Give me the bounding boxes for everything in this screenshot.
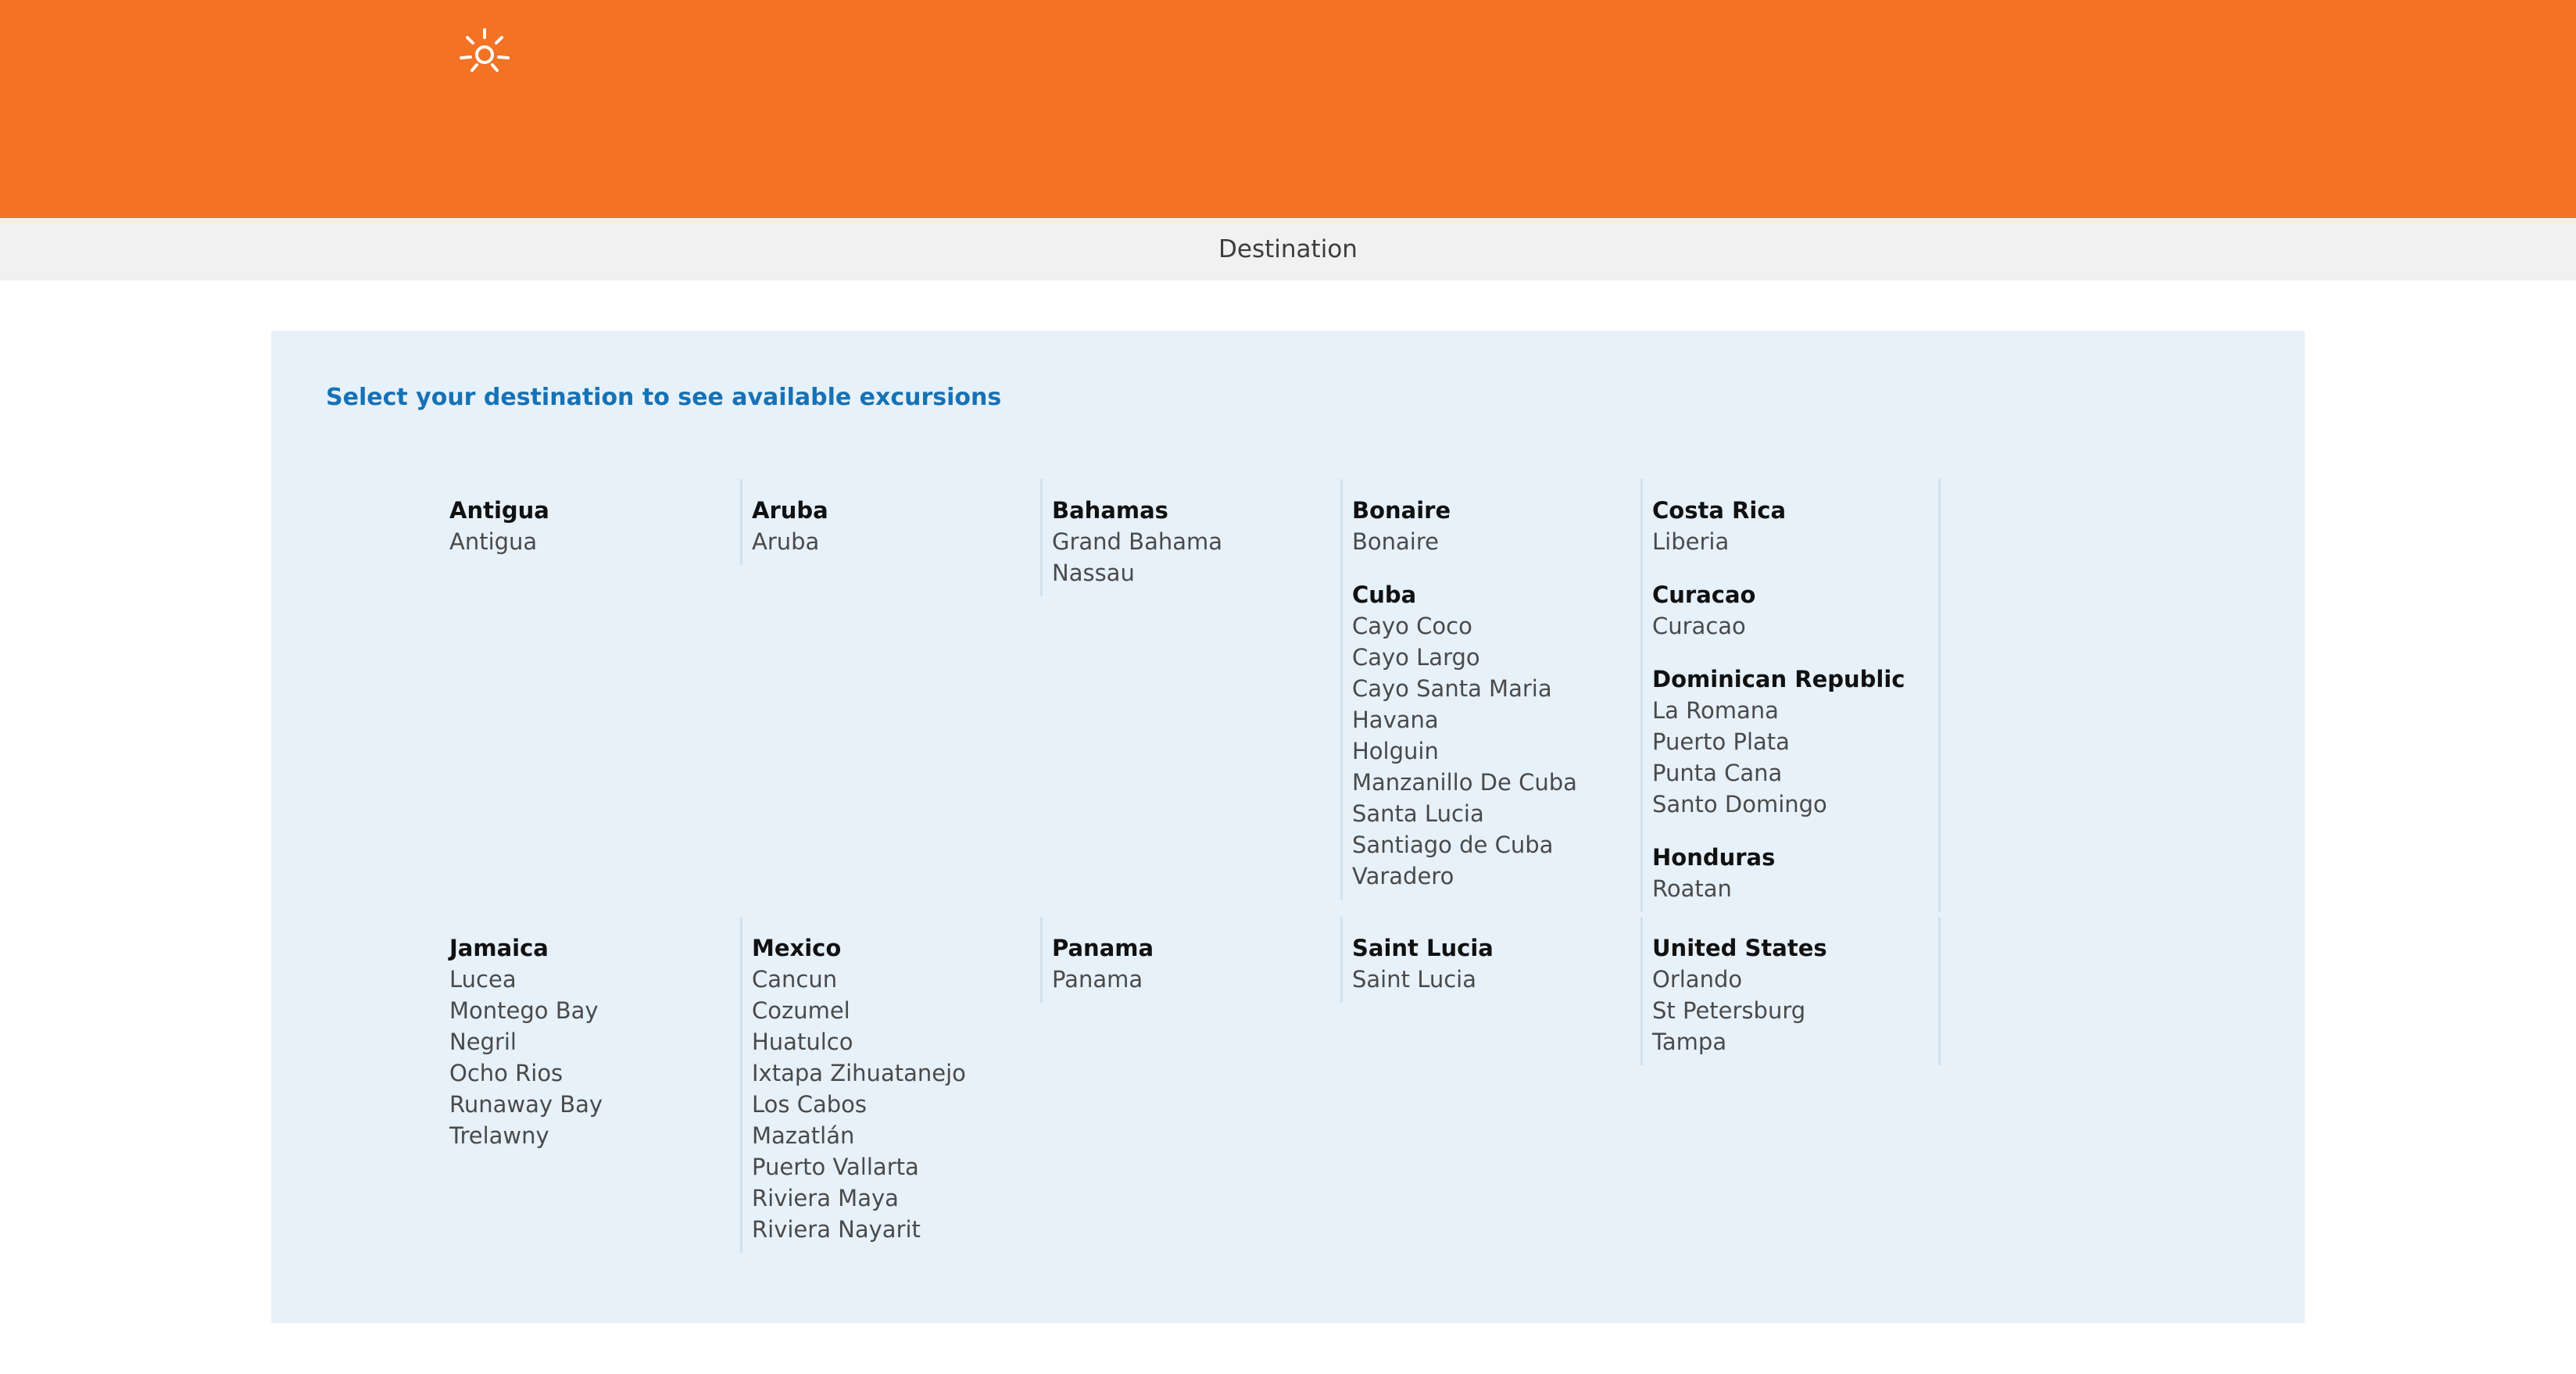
country-heading: Jamaica xyxy=(449,935,549,961)
destinations-row: Antigua Antigua Aruba Aruba Bahamas Gran… xyxy=(440,479,1941,912)
country-group: Bonaire Bonaire xyxy=(1352,495,1640,557)
panel-title: Select your destination to see available… xyxy=(326,384,1002,411)
city-link[interactable]: Roatan xyxy=(1652,873,1938,904)
city-link[interactable]: Trelawny xyxy=(449,1120,740,1151)
city-link[interactable]: Mazatlán xyxy=(752,1120,1040,1151)
country-heading: Curacao xyxy=(1652,581,1756,608)
destination-column: Bahamas Grand Bahama Nassau xyxy=(1040,479,1340,596)
city-link[interactable]: Holguin xyxy=(1352,735,1640,767)
city-link[interactable]: Antigua xyxy=(449,526,740,557)
country-heading: Aruba xyxy=(752,497,828,524)
destination-column: Mexico Cancun Cozumel Huatulco Ixtapa Zi… xyxy=(740,917,1040,1253)
city-link[interactable]: Panama xyxy=(1052,964,1340,995)
city-link[interactable]: Aruba xyxy=(752,526,1040,557)
destination-column: Saint Lucia Saint Lucia xyxy=(1340,917,1640,1003)
city-link[interactable]: Cayo Santa Maria xyxy=(1352,673,1640,704)
city-link[interactable]: Cayo Largo xyxy=(1352,642,1640,673)
country-group: Dominican Republic La Romana Puerto Plat… xyxy=(1652,664,1938,820)
country-heading: Saint Lucia xyxy=(1352,935,1494,961)
destinations-panel: Select your destination to see available… xyxy=(271,331,2305,1323)
city-link[interactable]: Cancun xyxy=(752,964,1040,995)
city-link[interactable]: Cayo Coco xyxy=(1352,610,1640,642)
city-link[interactable]: Liberia xyxy=(1652,526,1938,557)
destination-column: Costa Rica Liberia Curacao Curacao Domin… xyxy=(1640,479,1941,912)
country-heading: United States xyxy=(1652,935,1827,961)
sunwing-logo[interactable] xyxy=(280,27,592,161)
country-group: Curacao Curacao xyxy=(1652,579,1938,642)
country-heading: Cuba xyxy=(1352,581,1417,608)
country-group: Panama Panama xyxy=(1052,932,1340,995)
sun-logo-icon xyxy=(460,28,510,72)
city-link[interactable]: La Romana xyxy=(1652,695,1938,726)
city-link[interactable]: Manzanillo De Cuba xyxy=(1352,767,1640,798)
city-link[interactable]: Grand Bahama xyxy=(1052,526,1340,557)
country-group: Saint Lucia Saint Lucia xyxy=(1352,932,1640,995)
country-group: Mexico Cancun Cozumel Huatulco Ixtapa Zi… xyxy=(752,932,1040,1245)
destination-column: Panama Panama xyxy=(1040,917,1340,1003)
city-link[interactable]: Los Cabos xyxy=(752,1089,1040,1120)
city-link[interactable]: Bonaire xyxy=(1352,526,1640,557)
destination-column: Jamaica Lucea Montego Bay Negril Ocho Ri… xyxy=(440,917,740,1159)
city-link[interactable]: Saint Lucia xyxy=(1352,964,1640,995)
destination-column: Bonaire Bonaire Cuba Cayo Coco Cayo Larg… xyxy=(1340,479,1640,900)
destination-column: United States Orlando St Petersburg Tamp… xyxy=(1640,917,1941,1065)
country-heading: Honduras xyxy=(1652,844,1776,871)
city-link[interactable]: Negril xyxy=(449,1026,740,1057)
city-link[interactable]: Varadero xyxy=(1352,861,1640,892)
country-heading: Panama xyxy=(1052,935,1154,961)
country-heading: Bahamas xyxy=(1052,497,1168,524)
destinations-row: Jamaica Lucea Montego Bay Negril Ocho Ri… xyxy=(440,917,1941,1253)
city-link[interactable]: Ixtapa Zihuatanejo xyxy=(752,1057,1040,1089)
city-link[interactable]: Havana xyxy=(1352,704,1640,735)
city-link[interactable]: Huatulco xyxy=(752,1026,1040,1057)
city-link[interactable]: Puerto Vallarta xyxy=(752,1151,1040,1183)
city-link[interactable]: Ocho Rios xyxy=(449,1057,740,1089)
destination-column: Antigua Antigua xyxy=(440,479,740,565)
city-link[interactable]: Lucea xyxy=(449,964,740,995)
city-link[interactable]: Santiago de Cuba xyxy=(1352,829,1640,861)
city-link[interactable]: Tampa xyxy=(1652,1026,1938,1057)
city-link[interactable]: Cozumel xyxy=(752,995,1040,1026)
country-heading: Costa Rica xyxy=(1652,497,1787,524)
country-heading: Bonaire xyxy=(1352,497,1451,524)
country-group: Jamaica Lucea Montego Bay Negril Ocho Ri… xyxy=(449,932,740,1151)
city-link[interactable]: Santo Domingo xyxy=(1652,789,1938,820)
destination-tab[interactable]: Destination xyxy=(0,218,2576,281)
city-link[interactable]: Santa Lucia xyxy=(1352,798,1640,829)
city-link[interactable]: Punta Cana xyxy=(1652,757,1938,789)
city-link[interactable]: Runaway Bay xyxy=(449,1089,740,1120)
subnav-bar: Destination xyxy=(0,218,2576,281)
country-group: Antigua Antigua xyxy=(449,495,740,557)
city-link[interactable]: Riviera Nayarit xyxy=(752,1214,1040,1245)
country-group: Costa Rica Liberia xyxy=(1652,495,1938,557)
city-link[interactable]: Nassau xyxy=(1052,557,1340,589)
country-group: Cuba Cayo Coco Cayo Largo Cayo Santa Mar… xyxy=(1352,579,1640,892)
site-header xyxy=(0,0,2576,218)
destination-column: Aruba Aruba xyxy=(740,479,1040,565)
city-link[interactable]: Curacao xyxy=(1652,610,1938,642)
city-link[interactable]: St Petersburg xyxy=(1652,995,1938,1026)
country-group: Aruba Aruba xyxy=(752,495,1040,557)
country-heading: Dominican Republic xyxy=(1652,666,1905,692)
country-heading: Mexico xyxy=(752,935,842,961)
country-group: Bahamas Grand Bahama Nassau xyxy=(1052,495,1340,589)
city-link[interactable]: Riviera Maya xyxy=(752,1183,1040,1214)
country-group: United States Orlando St Petersburg Tamp… xyxy=(1652,932,1938,1057)
city-link[interactable]: Orlando xyxy=(1652,964,1938,995)
country-group: Honduras Roatan xyxy=(1652,842,1938,904)
city-link[interactable]: Montego Bay xyxy=(449,995,740,1026)
country-heading: Antigua xyxy=(449,497,549,524)
city-link[interactable]: Puerto Plata xyxy=(1652,726,1938,757)
